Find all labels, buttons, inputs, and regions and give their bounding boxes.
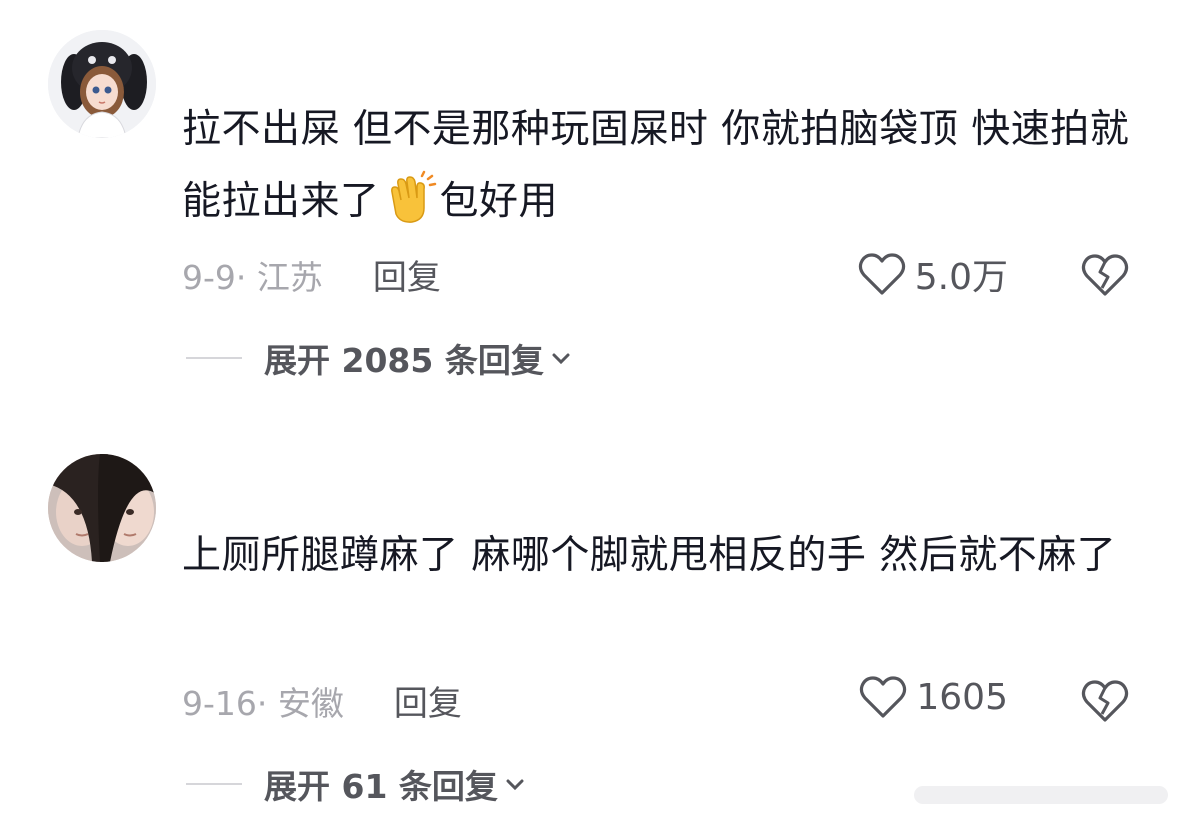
two-people-photo-avatar-icon (48, 454, 156, 562)
like-count: 5.0万 (914, 257, 1008, 298)
expand-replies-label: 展开 2085 条回复 (264, 341, 544, 380)
heart-icon (860, 676, 907, 718)
comment-text: 拉不出屎 但不是那种玩固屎时 你就拍脑袋顶 快速拍就能拉出来了 包好用 (182, 107, 1130, 226)
comment-meta: 9-9· 江苏 回复 (182, 250, 441, 299)
comment-meta: 9-16· 安徽 回复 (182, 676, 462, 725)
like-button[interactable]: 5.0万 (857, 248, 1008, 300)
divider-line (186, 783, 242, 785)
dislike-button[interactable] (1080, 678, 1130, 724)
like-count: 1605 (916, 676, 1008, 718)
expand-replies-button[interactable]: 展开 61 条回复 (186, 760, 526, 808)
watermark (912, 780, 1170, 810)
comment-text: 上厕所腿蹲麻了 麻哪个脚就甩相反的手 然后就不麻了 (182, 533, 1117, 578)
divider-line (186, 357, 242, 359)
heart-icon (858, 253, 905, 295)
user-avatar[interactable] (48, 454, 156, 562)
date-location: 9-16· 安徽 (182, 683, 344, 723)
anime-girl-avatar-icon (48, 30, 156, 138)
broken-heart-icon (1081, 254, 1129, 296)
like-button[interactable]: 1605 (858, 674, 1008, 720)
user-avatar[interactable] (48, 30, 156, 138)
comment-list: 拉不出屎 但不是那种玩固屎时 你就拍脑袋顶 快速拍就能拉出来了 包好用 9-9· … (0, 0, 1178, 818)
chevron-down-icon (506, 779, 524, 791)
expand-replies-button[interactable]: 展开 2085 条回复 (186, 334, 572, 382)
reply-button[interactable]: 回复 (394, 676, 462, 725)
date-location: 9-9· 江苏 (182, 257, 323, 297)
clapping-hands-icon (382, 170, 438, 226)
dislike-button[interactable] (1080, 252, 1130, 298)
expand-replies-label: 展开 61 条回复 (264, 767, 498, 806)
broken-heart-icon (1081, 680, 1129, 722)
chevron-down-icon (552, 353, 570, 365)
reply-button[interactable]: 回复 (373, 250, 441, 299)
